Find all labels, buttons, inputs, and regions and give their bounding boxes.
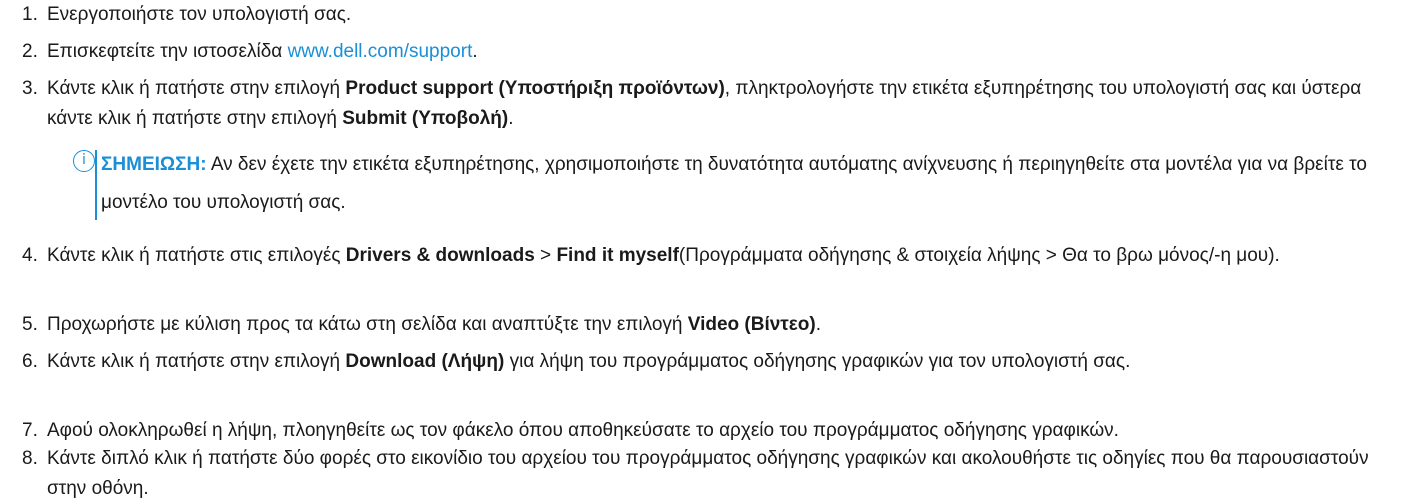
instruction-steps: 1. Ενεργοποιήστε τον υπολογιστή σας. 2. … — [0, 0, 1415, 504]
note-box: i ΣΗΜΕΙΩΣΗ: Αν δεν έχετε την ετικέτα εξυ… — [73, 146, 1393, 223]
product-support-option: Product support (Υποστήριξη προϊόντων) — [345, 78, 725, 99]
step-8: 8. Κάντε διπλό κλικ ή πατήστε δύο φορές … — [22, 444, 1402, 504]
step-5: 5. Προχωρήστε με κύλιση προς τα κάτω στη… — [22, 310, 1402, 340]
step-number: 5. — [22, 314, 38, 335]
step-6: 6. Κάντε κλικ ή πατήστε στην επιλογή Dow… — [22, 347, 1402, 377]
step-text: Κάντε κλικ ή πατήστε στην επιλογή Downlo… — [47, 351, 1131, 372]
step-number: 2. — [22, 41, 38, 62]
note-divider — [95, 150, 97, 220]
step-text: Κάντε διπλό κλικ ή πατήστε δύο φορές στο… — [47, 448, 1369, 499]
step-text: Κάντε κλικ ή πατήστε στην επιλογή Produc… — [47, 78, 1362, 129]
video-option: Video (Βίντεο) — [687, 314, 816, 335]
step-text: Ενεργοποιήστε τον υπολογιστή σας. — [47, 4, 352, 25]
step-7: 7. Αφού ολοκληρωθεί η λήψη, πλοηγηθείτε … — [22, 416, 1402, 446]
step-3: 3. Κάντε κλικ ή πατήστε στην επιλογή Pro… — [22, 74, 1402, 134]
find-it-myself-option: Find it myself — [556, 245, 679, 266]
step-number: 6. — [22, 351, 38, 372]
step-2: 2. Επισκεφτείτε την ιστοσελίδα www.dell.… — [22, 37, 1402, 67]
step-number: 8. — [22, 448, 38, 469]
step-number: 7. — [22, 420, 38, 441]
step-4: 4. Κάντε κλικ ή πατήστε στις επιλογές Dr… — [22, 241, 1402, 271]
note-text: ΣΗΜΕΙΩΣΗ: Αν δεν έχετε την ετικέτα εξυπη… — [101, 154, 1367, 213]
step-text: Επισκεφτείτε την ιστοσελίδα www.dell.com… — [47, 41, 478, 62]
support-link[interactable]: www.dell.com/support — [288, 41, 473, 62]
step-text: Κάντε κλικ ή πατήστε στις επιλογές Drive… — [47, 245, 1280, 266]
drivers-downloads-option: Drivers & downloads — [345, 245, 535, 266]
submit-option: Submit (Υποβολή) — [342, 108, 509, 129]
step-number: 1. — [22, 4, 38, 25]
step-number: 4. — [22, 245, 38, 266]
step-text: Προχωρήστε με κύλιση προς τα κάτω στη σε… — [47, 314, 822, 335]
info-icon: i — [73, 150, 95, 172]
step-number: 3. — [22, 78, 38, 99]
step-text: Αφού ολοκληρωθεί η λήψη, πλοηγηθείτε ως … — [47, 420, 1119, 441]
step-1: 1. Ενεργοποιήστε τον υπολογιστή σας. — [22, 0, 1402, 30]
note-label: ΣΗΜΕΙΩΣΗ: — [101, 154, 207, 175]
download-option: Download (Λήψη) — [345, 351, 505, 372]
